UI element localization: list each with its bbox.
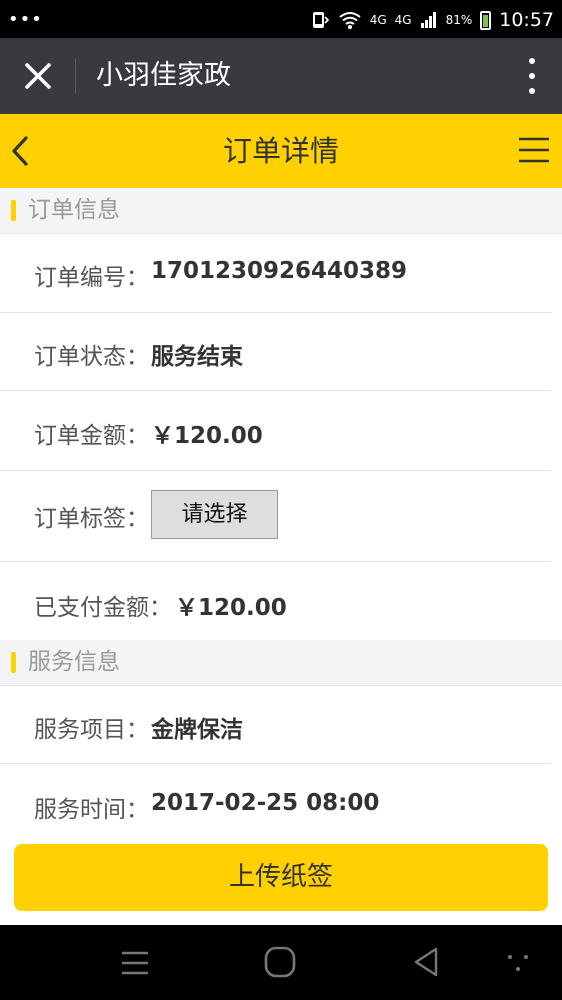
system-nav-bar <box>0 925 562 1000</box>
bottom-action-area: 上传纸签 <box>0 831 562 925</box>
section-accent-bar <box>11 200 16 221</box>
battery-icon <box>480 10 492 30</box>
section-accent-bar <box>11 652 16 673</box>
page-title: 订单详情 <box>222 134 339 168</box>
section-title: 服务信息 <box>28 649 120 675</box>
home-nav-icon[interactable] <box>264 946 296 978</box>
row-label: 服务项目： <box>34 717 149 743</box>
wifi-icon <box>339 12 361 29</box>
row-label: 订单标签： <box>34 506 149 532</box>
menu-nav-icon[interactable] <box>121 950 149 976</box>
section-header-order-info: 订单信息 <box>0 188 562 234</box>
phone-vibrate-icon <box>312 12 329 28</box>
row-label: 订单金额： <box>34 423 149 449</box>
signal-icon <box>420 12 436 28</box>
section-title: 订单信息 <box>28 197 120 223</box>
row-label: 已支付金额： <box>34 595 172 621</box>
order-amount-value: ￥120.00 <box>151 423 263 449</box>
back-nav-icon[interactable] <box>412 946 440 978</box>
app-title: 小羽佳家政 <box>96 60 231 91</box>
app-bar: 小羽佳家政 <box>0 38 562 114</box>
row-service-item: 服务项目： 金牌保洁 <box>0 686 551 764</box>
battery-percent: 81% <box>445 13 473 27</box>
row-order-status: 订单状态： 服务结束 <box>0 313 551 391</box>
row-order-tag: 订单标签： 请选择 <box>0 471 551 562</box>
paid-amount-value: ￥120.00 <box>175 595 287 621</box>
network-type-2: 4G <box>394 13 412 27</box>
more-dot-icon <box>529 73 535 79</box>
network-type-1: 4G <box>369 13 387 27</box>
status-icons: 4G 4G 81% 10:57 <box>310 9 554 31</box>
row-order-amount: 订单金额： ￥120.00 <box>0 391 551 471</box>
row-order-number: 订单编号： 1701230926440389 <box>0 234 551 313</box>
notification-dots: ••• <box>8 9 43 30</box>
row-label: 订单状态： <box>34 344 149 370</box>
app-bar-divider <box>75 58 76 94</box>
more-options-button[interactable] <box>522 58 542 94</box>
keyboard-toggle-icon[interactable] <box>506 953 530 973</box>
status-bar: ••• 4G 4G 81% 10:57 <box>0 0 562 38</box>
order-status-value: 服务结束 <box>151 344 243 370</box>
section-header-service-info: 服务信息 <box>0 640 562 686</box>
upload-paper-signature-button[interactable]: 上传纸签 <box>14 844 548 911</box>
page-header: 订单详情 <box>0 114 562 188</box>
order-detail-content[interactable]: 订单信息 订单编号： 1701230926440389 订单状态： 服务结束 订… <box>0 188 562 831</box>
row-label: 服务时间： <box>34 797 149 823</box>
more-dot-icon <box>529 58 535 64</box>
clock: 10:57 <box>499 9 554 31</box>
row-service-time: 服务时间： 2017-02-25 08:00 <box>0 764 551 831</box>
service-time-value: 2017-02-25 08:00 <box>151 790 380 816</box>
close-icon[interactable] <box>18 56 58 96</box>
hamburger-menu-icon[interactable] <box>518 137 550 163</box>
row-label: 订单编号： <box>34 265 149 291</box>
row-paid-amount: 已支付金额： ￥120.00 <box>0 562 562 640</box>
service-item-value: 金牌保洁 <box>151 717 243 743</box>
order-tag-select[interactable]: 请选择 <box>151 490 278 539</box>
order-number-value: 1701230926440389 <box>151 258 408 284</box>
more-dot-icon <box>529 88 535 94</box>
